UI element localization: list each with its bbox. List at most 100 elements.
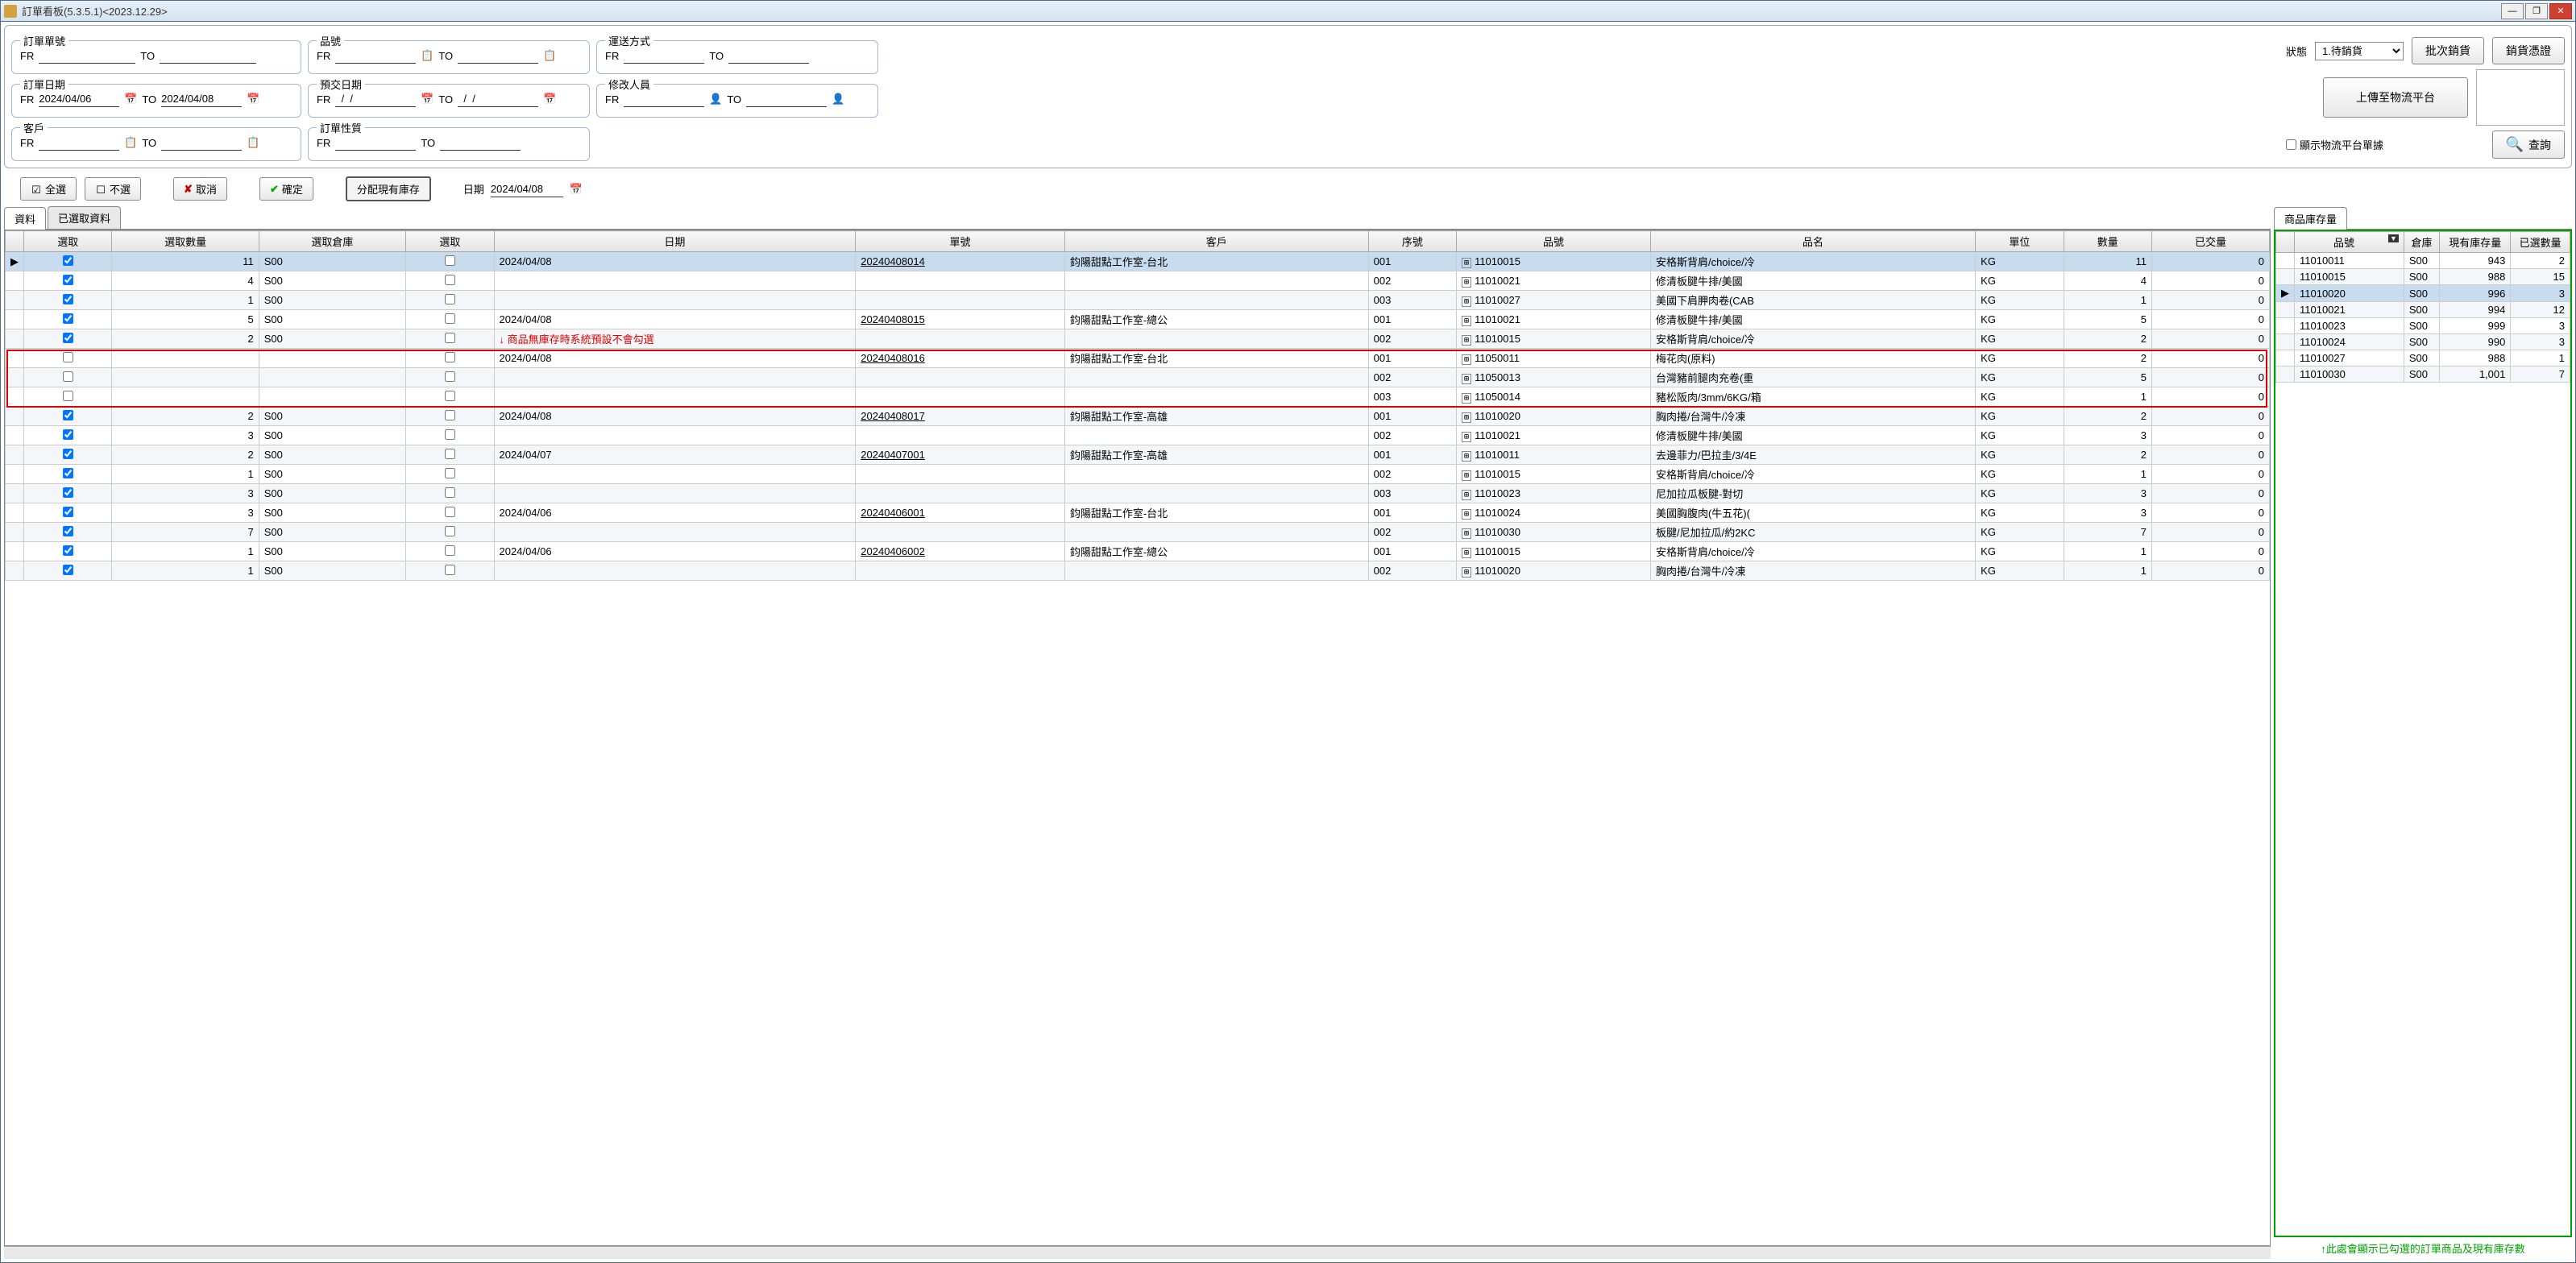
- calendar-icon[interactable]: 📅: [543, 93, 556, 106]
- col-sel_wh[interactable]: 選取倉庫: [259, 231, 405, 252]
- table-row[interactable]: 2024/04/0820240408016鈞陽甜點工作室-台北001⊞11050…: [6, 349, 2270, 368]
- col-customer[interactable]: 客戶: [1064, 231, 1368, 252]
- stock-col-selected_qty[interactable]: 已選數量: [2511, 232, 2570, 253]
- lookup-icon[interactable]: 📋: [421, 49, 433, 62]
- tab-stock[interactable]: 商品庫存量: [2274, 207, 2347, 230]
- col-sel2[interactable]: 選取: [406, 231, 494, 252]
- stock-grid-wrap[interactable]: 品號 ▼倉庫現有庫存量已選數量 11010011S00943211010015S…: [2274, 230, 2572, 1237]
- filter-customer: 客戶 FR 📋 TO 📋: [11, 127, 301, 161]
- order-date-fr-input[interactable]: [39, 91, 119, 107]
- close-button[interactable]: ✕: [2549, 3, 2572, 19]
- customer-fr-input[interactable]: [39, 135, 119, 151]
- stock-col-prod_no[interactable]: 品號 ▼: [2295, 232, 2404, 253]
- batch-sale-button[interactable]: 批次銷貨: [2412, 37, 2484, 64]
- person-icon[interactable]: 👤: [832, 93, 844, 106]
- col-sel1[interactable]: 選取: [24, 231, 112, 252]
- col-date[interactable]: 日期: [494, 231, 856, 252]
- ship-method-to-input[interactable]: [728, 48, 809, 64]
- lookup-icon[interactable]: 📋: [247, 136, 259, 149]
- table-row[interactable]: 1S00002⊞11010015安格斯背肩/choice/冷KG10: [6, 465, 2270, 484]
- stock-col-onhand[interactable]: 現有庫存量: [2440, 232, 2511, 253]
- main-grid-wrap[interactable]: 選取選取數量選取倉庫選取日期單號客戶序號品號品名單位數量已交量 ▶11S0020…: [4, 230, 2271, 1246]
- toolbar-date-input[interactable]: [491, 181, 563, 197]
- order-no-to-input[interactable]: [160, 48, 256, 64]
- filter-due-date: 預交日期 FR 📅 TO 📅: [308, 84, 590, 118]
- confirm-icon: ✔: [270, 183, 279, 196]
- search-button[interactable]: 🔍查詢: [2492, 130, 2565, 159]
- customer-to-input[interactable]: [161, 135, 242, 151]
- table-row[interactable]: 2S002024/04/0720240407001鈞陽甜點工作室-高雄001⊞1…: [6, 445, 2270, 465]
- stock-row[interactable]: 11010021S0099412: [2276, 302, 2570, 318]
- table-row[interactable]: 1S002024/04/0620240406002鈞陽甜點工作室-總公001⊞1…: [6, 542, 2270, 561]
- filter-product-no: 品號 FR 📋 TO 📋: [308, 40, 590, 74]
- confirm-button[interactable]: ✔確定: [259, 177, 313, 201]
- product-no-fr-input[interactable]: [335, 48, 416, 64]
- calendar-icon[interactable]: 📅: [124, 93, 137, 106]
- order-date-to-input[interactable]: [161, 91, 242, 107]
- stock-row[interactable]: 11010024S009903: [2276, 334, 2570, 350]
- maximize-button[interactable]: ❐: [2525, 3, 2548, 19]
- modifier-fr-input[interactable]: [624, 91, 704, 107]
- alloc-stock-button[interactable]: 分配現有庫存: [346, 176, 431, 201]
- stock-row[interactable]: 11010015S0098815: [2276, 269, 2570, 285]
- stock-row[interactable]: 11010027S009881: [2276, 350, 2570, 366]
- person-icon[interactable]: 👤: [709, 93, 722, 106]
- status-select[interactable]: 1.待銷貨: [2315, 42, 2404, 60]
- content-area: 訂單單號 FR TO 訂單日期 FR 📅: [1, 22, 2575, 1262]
- col-doc_no[interactable]: 單號: [856, 231, 1065, 252]
- lookup-icon[interactable]: 📋: [124, 136, 137, 149]
- table-row[interactable]: ▶11S002024/04/0820240408014鈞陽甜點工作室-台北001…: [6, 252, 2270, 271]
- table-row[interactable]: 2S002024/04/0820240408017鈞陽甜點工作室-高雄001⊞1…: [6, 407, 2270, 426]
- table-row[interactable]: 3S00003⊞11010023尼加拉瓜板腱-對切KG30: [6, 484, 2270, 503]
- table-row[interactable]: 1S00002⊞11010020胸肉捲/台灣牛/冷凍KG10: [6, 561, 2270, 581]
- order-type-to-input[interactable]: [440, 135, 521, 151]
- stock-row[interactable]: 11010030S001,0017: [2276, 366, 2570, 383]
- main-grid[interactable]: 選取選取數量選取倉庫選取日期單號客戶序號品號品名單位數量已交量 ▶11S0020…: [5, 230, 2270, 581]
- stock-grid[interactable]: 品號 ▼倉庫現有庫存量已選數量 11010011S00943211010015S…: [2275, 231, 2570, 383]
- lookup-icon[interactable]: 📋: [543, 49, 556, 62]
- product-no-to-input[interactable]: [458, 48, 538, 64]
- stock-col-wh[interactable]: 倉庫: [2404, 232, 2439, 253]
- calendar-icon[interactable]: 📅: [570, 183, 583, 196]
- minimize-button[interactable]: —: [2501, 3, 2524, 19]
- upload-logistics-button[interactable]: 上傳至物流平台: [2323, 77, 2468, 118]
- col-delivered[interactable]: 已交量: [2152, 231, 2270, 252]
- table-row[interactable]: 2S00↓ 商品無庫存時系統預設不會勾選002⊞11010015安格斯背肩/ch…: [6, 329, 2270, 349]
- table-row[interactable]: 3S002024/04/0620240406001鈞陽甜點工作室-台北001⊞1…: [6, 503, 2270, 523]
- col-seq[interactable]: 序號: [1368, 231, 1456, 252]
- col-unit[interactable]: 單位: [1976, 231, 2064, 252]
- col-sel_qty[interactable]: 選取數量: [112, 231, 259, 252]
- table-row[interactable]: 003⊞11050014豬松阪肉/3mm/6KG/箱KG10: [6, 387, 2270, 407]
- table-row[interactable]: 5S002024/04/0820240408015鈞陽甜點工作室-總公001⊞1…: [6, 310, 2270, 329]
- select-all-button[interactable]: ☑全選: [20, 177, 77, 201]
- col-mark[interactable]: [6, 231, 24, 252]
- h-scrollbar[interactable]: [4, 1246, 2271, 1259]
- table-row[interactable]: 3S00002⊞11010021修清板腱牛排/美國KG30: [6, 426, 2270, 445]
- filter-order-date: 訂單日期 FR 📅 TO 📅: [11, 84, 301, 118]
- col-prod_no[interactable]: 品號: [1457, 231, 1651, 252]
- modifier-to-input[interactable]: [746, 91, 827, 107]
- table-row[interactable]: 1S00003⊞11010027美國下肩胛肉卷(CABKG10: [6, 291, 2270, 310]
- cancel-button[interactable]: ✘取消: [173, 177, 227, 201]
- due-date-fr-input[interactable]: [335, 91, 416, 107]
- ship-method-fr-input[interactable]: [624, 48, 704, 64]
- tab-selected[interactable]: 已選取資料: [48, 206, 121, 229]
- select-none-button[interactable]: ☐不選: [85, 177, 141, 201]
- table-row[interactable]: 7S00002⊞11010030板腱/尼加拉瓜/約2KCKG70: [6, 523, 2270, 542]
- stock-row[interactable]: ▶11010020S009963: [2276, 285, 2570, 302]
- show-logistics-checkbox[interactable]: 顯示物流平台單據: [2286, 137, 2383, 152]
- sale-voucher-button[interactable]: 銷貨憑證: [2492, 37, 2565, 64]
- due-date-to-input[interactable]: [458, 91, 538, 107]
- calendar-icon[interactable]: 📅: [421, 93, 433, 106]
- tab-data[interactable]: 資料: [4, 207, 46, 230]
- col-prod_name[interactable]: 品名: [1650, 231, 1975, 252]
- table-row[interactable]: 4S00002⊞11010021修清板腱牛排/美國KG40: [6, 271, 2270, 291]
- order-no-fr-input[interactable]: [39, 48, 135, 64]
- table-row[interactable]: 002⊞11050013台灣豬前腿肉充卷(重KG50: [6, 368, 2270, 387]
- col-qty[interactable]: 數量: [2064, 231, 2151, 252]
- titlebar: 訂單看板(5.3.5.1)<2023.12.29> — ❐ ✕: [1, 1, 2575, 22]
- order-type-fr-input[interactable]: [335, 135, 416, 151]
- stock-row[interactable]: 11010011S009432: [2276, 253, 2570, 269]
- stock-row[interactable]: 11010023S009993: [2276, 318, 2570, 334]
- calendar-icon[interactable]: 📅: [247, 93, 259, 106]
